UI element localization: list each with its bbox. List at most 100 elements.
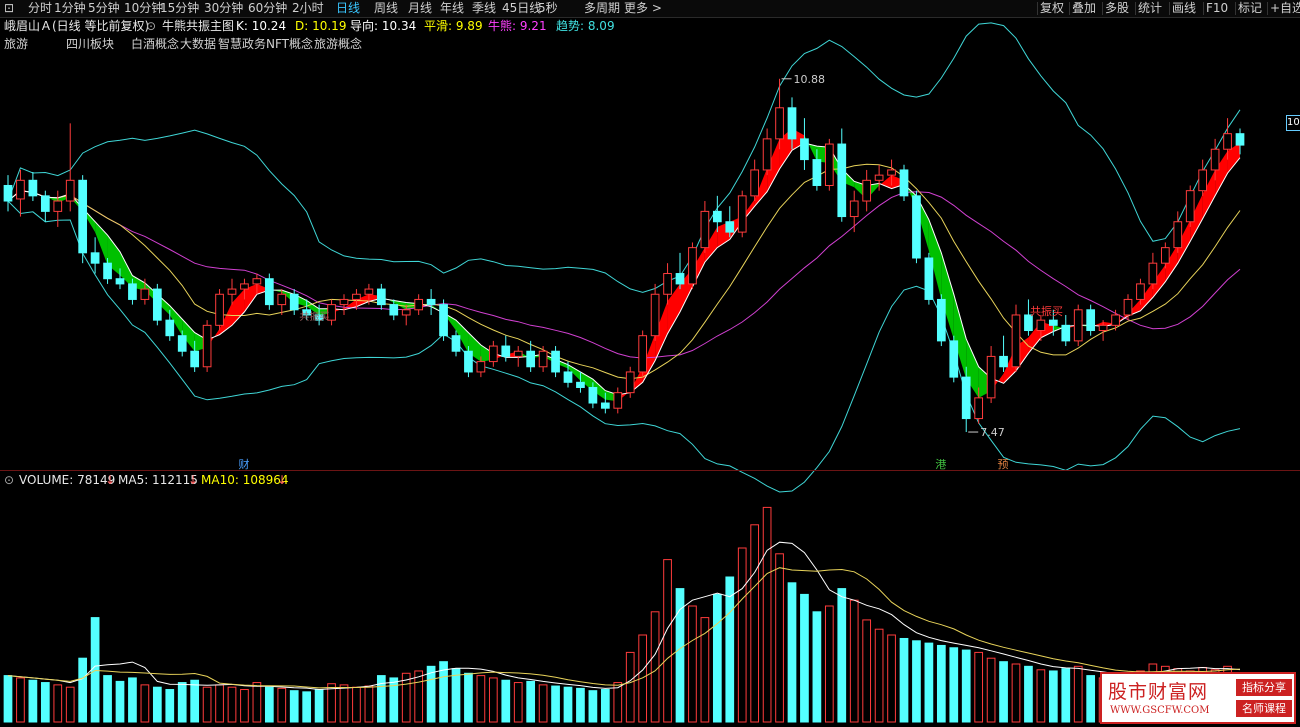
- candle-body: [3, 184, 13, 202]
- volume-bar: [1086, 675, 1096, 723]
- candle-body: [563, 371, 573, 383]
- volume-bar: [800, 593, 809, 723]
- candle-body: [650, 293, 660, 337]
- volume-bar: [961, 649, 971, 723]
- candle-body: [526, 350, 536, 368]
- candle-body: [227, 288, 237, 295]
- candle-body: [165, 319, 175, 337]
- candle-body: [289, 293, 299, 311]
- candle-body: [775, 107, 784, 140]
- volume-bar: [1011, 663, 1021, 723]
- volume-bar: [53, 684, 63, 723]
- candle-body: [625, 371, 635, 394]
- volume-bar: [364, 685, 374, 723]
- volume-bar: [327, 683, 336, 723]
- volume-bar: [712, 593, 722, 723]
- volume-bar: [464, 672, 473, 723]
- volume-bar: [986, 657, 996, 723]
- candle-body: [1185, 190, 1195, 223]
- volume-bar: [600, 689, 610, 723]
- candle-body: [488, 345, 498, 363]
- volume-menu-icon[interactable]: ⊙: [4, 472, 14, 488]
- candle-body: [364, 288, 374, 295]
- candle-body: [352, 293, 361, 300]
- volume-bar: [974, 651, 984, 723]
- candle-body: [1235, 133, 1245, 146]
- volume-bar: [16, 677, 25, 723]
- candle-body: [476, 361, 486, 373]
- volume-bar: [650, 611, 660, 723]
- volume-bar: [663, 559, 672, 723]
- candle-body: [1173, 221, 1183, 249]
- candle-body: [912, 195, 921, 259]
- volume-bar: [65, 686, 75, 723]
- volume-bar: [78, 657, 88, 723]
- candle-body: [1223, 133, 1232, 150]
- volume-arrow-icon: ↓: [105, 473, 116, 487]
- candle-body: [1036, 319, 1046, 332]
- candle-body: [1136, 283, 1145, 300]
- candle-body: [837, 143, 847, 218]
- candle-body: [1160, 247, 1170, 264]
- volume-bar: [563, 686, 573, 723]
- price-volume-chart[interactable]: 10.887.47共振买共振买财港预: [0, 0, 1300, 727]
- candle-body: [152, 288, 162, 321]
- candle-body: [277, 293, 287, 306]
- volume-bar: [1073, 665, 1083, 723]
- candle-body: [65, 179, 75, 202]
- candle-body: [936, 298, 946, 342]
- candle-body: [115, 278, 125, 285]
- candle-body: [240, 283, 249, 290]
- volume-bar: [787, 582, 797, 723]
- candle-body: [576, 381, 585, 388]
- volume-bar: [501, 679, 511, 723]
- volume-bar: [202, 686, 212, 723]
- volume-bar: [302, 691, 312, 723]
- candle-body: [700, 210, 710, 249]
- candle-body: [215, 293, 224, 326]
- candle-body: [464, 350, 473, 373]
- volume-bar: [675, 588, 685, 723]
- volume-bar: [812, 611, 822, 723]
- candle-body: [53, 200, 63, 212]
- volume-bar: [103, 675, 112, 723]
- candle-body: [401, 309, 411, 316]
- candle-body: [1210, 148, 1220, 171]
- volume-bar: [339, 684, 349, 723]
- volume-bar: [252, 682, 262, 723]
- watermark-logo: 股市财富网 WWW.GSCFW.COM 指标分享 名师课程: [1100, 672, 1296, 724]
- candle-body: [78, 179, 88, 254]
- candle-body: [675, 273, 685, 285]
- candle-body: [750, 169, 760, 197]
- volume-bar: [3, 675, 13, 723]
- volume-bar: [999, 661, 1008, 723]
- candle-body: [824, 143, 834, 186]
- candle-body: [1086, 309, 1096, 332]
- candle-body: [961, 376, 971, 420]
- volume-bar: [924, 642, 934, 723]
- volume-bar: [165, 689, 175, 723]
- candle-body: [426, 298, 436, 306]
- event-marker: 财: [238, 457, 249, 471]
- volume-bar: [576, 687, 585, 723]
- volume-bar: [414, 670, 424, 723]
- ma10-arrow-icon: ↓: [277, 473, 288, 487]
- candle-body: [949, 340, 959, 378]
- candle-body: [1098, 324, 1108, 332]
- volume-bar: [1061, 668, 1071, 723]
- volume-bar: [190, 679, 200, 723]
- volume-bar: [476, 675, 486, 723]
- volume-bar: [837, 588, 847, 723]
- candle-body: [1148, 262, 1158, 285]
- panel-divider: [0, 470, 1300, 471]
- candle-body: [874, 174, 884, 181]
- volume-bar: [426, 665, 436, 723]
- candle-body: [376, 288, 386, 306]
- volume-bar: [613, 682, 623, 723]
- volume-bar: [352, 686, 361, 723]
- watermark-tag-course: 名师课程: [1236, 700, 1292, 717]
- volume-bar: [128, 677, 137, 723]
- candle-body: [1198, 169, 1208, 192]
- volume-bar: [376, 675, 386, 723]
- candle-body: [16, 179, 25, 200]
